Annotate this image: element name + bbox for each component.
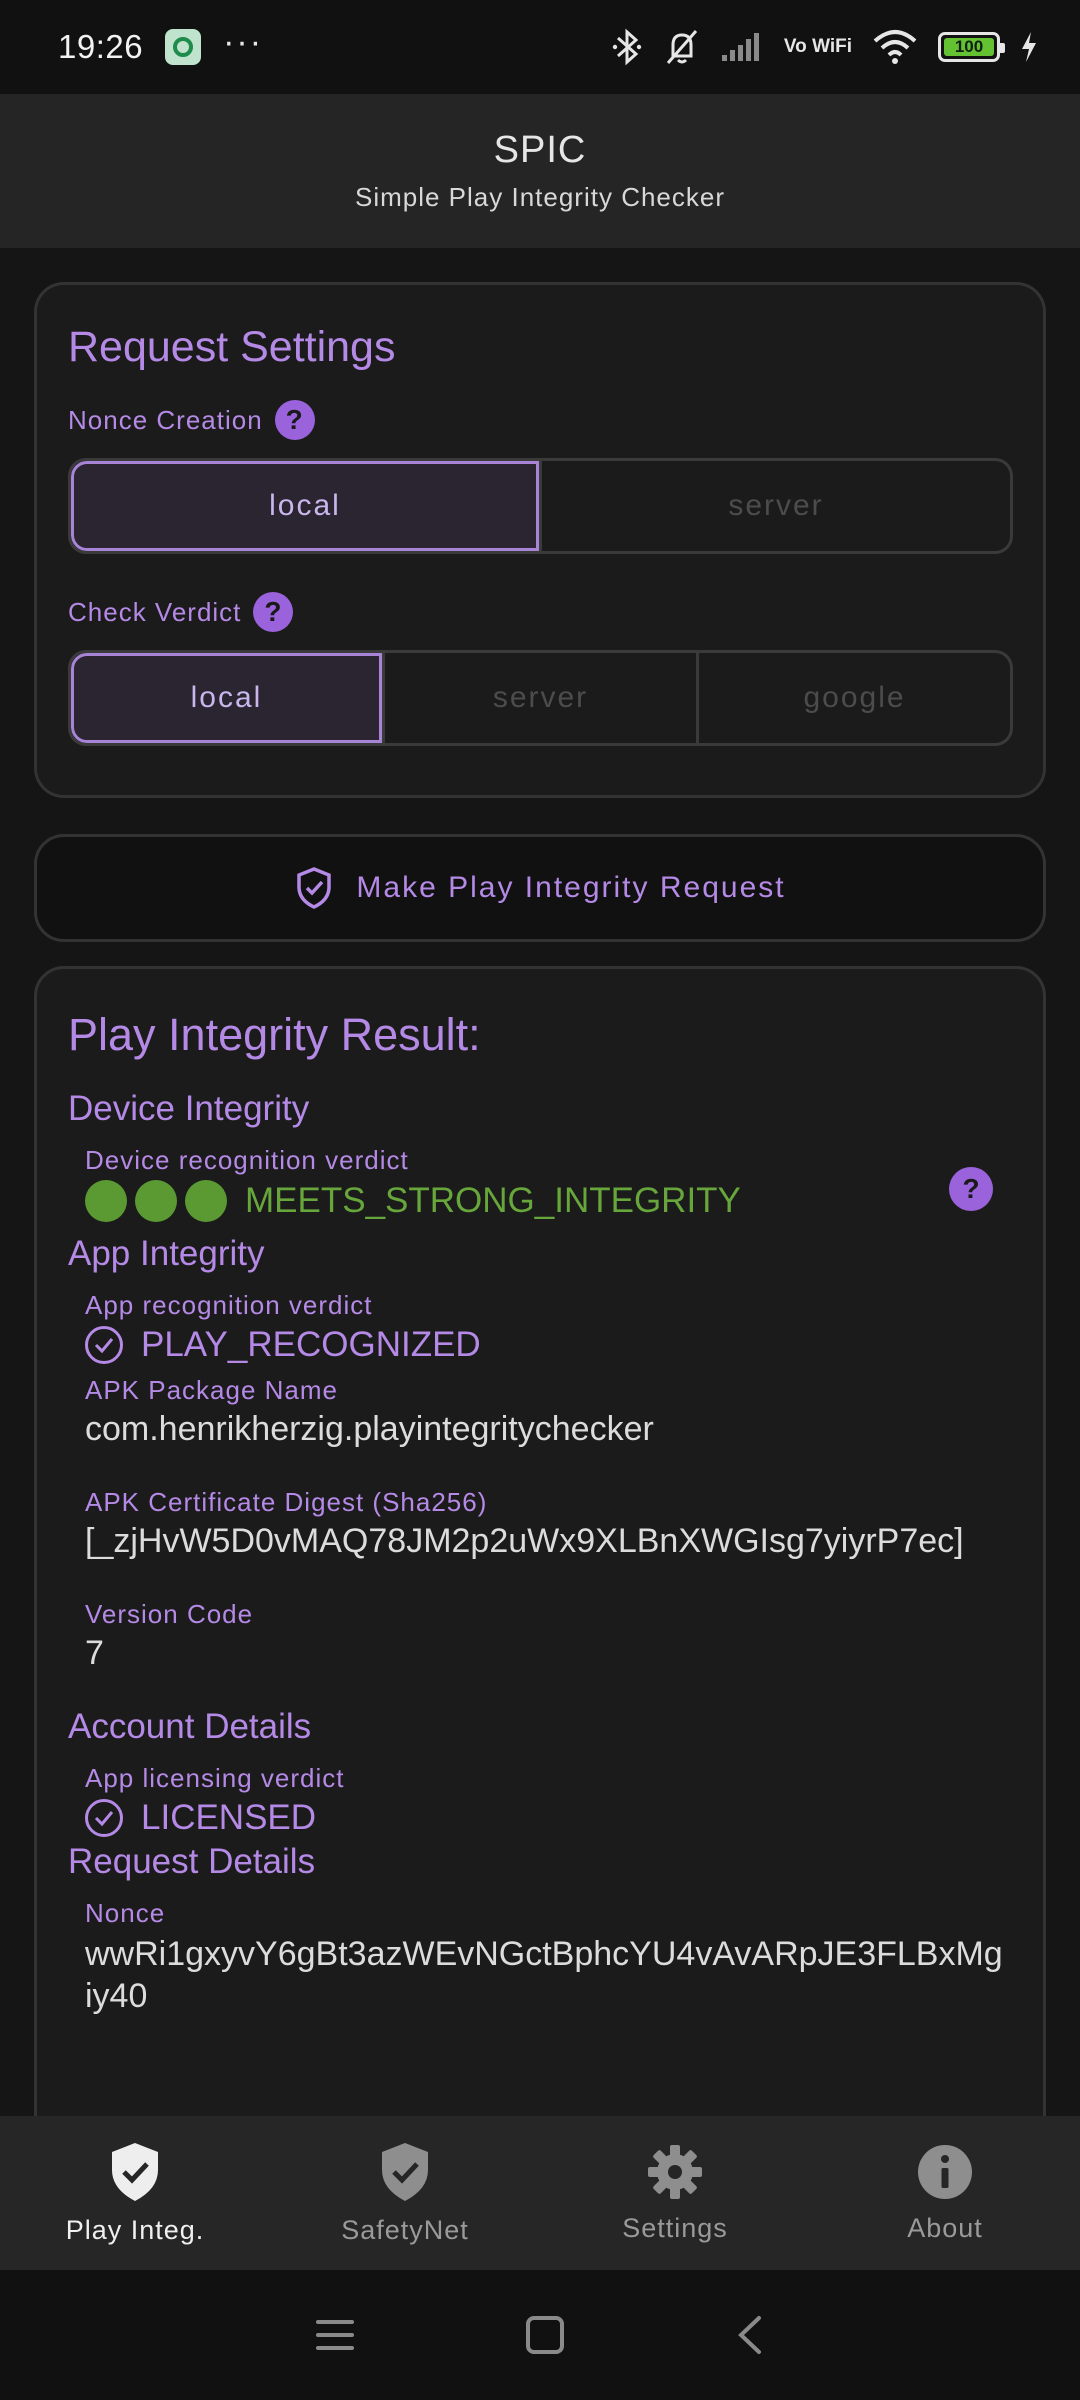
system-navigation-bar	[0, 2270, 1080, 2400]
nav-play-integrity-label: Play Integ.	[65, 2214, 205, 2245]
nav-safetynet-label: SafetyNet	[341, 2214, 469, 2245]
status-right: Vo WiFi 100	[610, 28, 1038, 66]
nonce-creation-label-row: Nonce Creation ?	[68, 400, 1009, 440]
device-verdict-help-icon[interactable]: ?	[949, 1167, 993, 1211]
app-recognition-value: PLAY_RECOGNIZED	[141, 1325, 481, 1364]
nav-settings-label: Settings	[622, 2212, 728, 2243]
nonce-label: Nonce	[85, 1898, 166, 1928]
status-bar: 19:26 ··· Vo WiFi 100	[0, 0, 1080, 94]
nav-about[interactable]: About	[810, 2116, 1080, 2270]
licensing-row: LICENSED	[85, 1798, 1043, 1838]
check-verdict-toggle: local server google	[68, 650, 1013, 746]
more-notifications-icon: ···	[223, 22, 264, 61]
vowifi-indicator: Vo WiFi	[783, 36, 852, 57]
app-recognition-item: App recognition verdict PLAY_RECOGNIZED	[68, 1290, 1043, 1365]
integrity-dot-2	[135, 1180, 177, 1222]
status-left: 19:26 ···	[58, 23, 263, 66]
wifi-icon	[873, 30, 917, 64]
device-verdict-item: Device recognition verdict MEETS_STRONG_…	[68, 1145, 1043, 1222]
device-verdict-row: MEETS_STRONG_INTEGRITY	[85, 1180, 1043, 1222]
check-verdict-label-row: Check Verdict ?	[68, 592, 1009, 632]
certificate-digest-item: APK Certificate Digest (Sha256) [_zjHvW5…	[68, 1487, 1043, 1561]
integrity-dot-1	[85, 1180, 127, 1222]
package-name-item: APK Package Name com.henrikherzig.playin…	[68, 1375, 1043, 1449]
shield-check-icon	[112, 2142, 158, 2201]
certificate-digest-label: APK Certificate Digest (Sha256)	[85, 1487, 488, 1517]
check-circle-icon	[85, 1799, 123, 1837]
account-details-title: Account Details	[68, 1707, 312, 1746]
device-verdict-value: MEETS_STRONG_INTEGRITY	[245, 1181, 741, 1220]
bluetooth-icon	[612, 28, 642, 66]
status-time: 19:26	[58, 28, 144, 65]
bottom-navigation: Play Integ. SafetyNet Settings About	[0, 2116, 1080, 2270]
package-name-label: APK Package Name	[85, 1375, 339, 1405]
check-circle-icon	[85, 1326, 123, 1364]
certificate-digest-value: [_zjHvW5D0vMAQ78JM2p2uWx9XLBnXWGIsg7yiyr…	[85, 1522, 964, 1560]
version-code-label: Version Code	[85, 1599, 254, 1629]
gear-icon	[648, 2144, 702, 2199]
device-integrity-title: Device Integrity	[68, 1089, 310, 1128]
charging-icon	[1022, 32, 1036, 62]
package-name-value: com.henrikherzig.playintegritychecker	[85, 1410, 654, 1448]
verdict-option-server[interactable]: server	[382, 653, 696, 743]
nonce-item: Nonce wwRi1gxyvY6gBt3azWEvNGctBphcYU4vAv…	[68, 1898, 1043, 2017]
app-notification-icon	[165, 29, 202, 65]
app-integrity-title: App Integrity	[68, 1234, 265, 1273]
licensing-label: App licensing verdict	[85, 1763, 345, 1793]
nonce-option-server[interactable]: server	[539, 461, 1010, 551]
check-verdict-label: Check Verdict	[68, 596, 242, 627]
make-request-label: Make Play Integrity Request	[356, 871, 786, 904]
nav-play-integrity[interactable]: Play Integ.	[0, 2116, 270, 2270]
nonce-creation-label: Nonce Creation	[68, 404, 263, 435]
bell-off-icon	[666, 30, 698, 64]
signal-icon	[721, 33, 759, 61]
licensing-value: LICENSED	[141, 1798, 317, 1837]
device-verdict-label: Device recognition verdict	[85, 1145, 409, 1175]
shield-check-icon	[297, 867, 332, 909]
menu-icon[interactable]	[315, 2317, 355, 2353]
verdict-option-google[interactable]: google	[696, 653, 1010, 743]
nonce-creation-toggle: local server	[68, 458, 1013, 554]
home-icon[interactable]	[525, 2315, 565, 2355]
info-icon	[918, 2144, 972, 2199]
app-subtitle: Simple Play Integrity Checker	[354, 182, 726, 212]
back-icon[interactable]	[735, 2315, 765, 2355]
verdict-option-local[interactable]: local	[71, 653, 382, 743]
integrity-result-card: Play Integrity Result: Device Integrity …	[34, 966, 1046, 2146]
app-bar: SPIC Simple Play Integrity Checker	[0, 94, 1080, 248]
battery-level: 100	[944, 37, 994, 56]
battery-icon: 100	[938, 32, 1005, 62]
licensing-item: App licensing verdict LICENSED	[68, 1763, 1043, 1838]
request-details-title: Request Details	[68, 1842, 316, 1881]
nonce-help-icon[interactable]: ?	[274, 400, 315, 440]
request-settings-card: Request Settings Nonce Creation ? local …	[34, 282, 1046, 798]
version-code-value: 7	[85, 1634, 104, 1672]
shield-check-icon	[382, 2142, 428, 2201]
app-title: SPIC	[493, 129, 587, 171]
nonce-option-local[interactable]: local	[71, 461, 539, 551]
app-recognition-row: PLAY_RECOGNIZED	[85, 1325, 1043, 1365]
verdict-help-icon[interactable]: ?	[253, 592, 294, 632]
request-settings-title: Request Settings	[68, 323, 396, 371]
app-recognition-label: App recognition verdict	[85, 1290, 373, 1320]
result-title: Play Integrity Result:	[68, 1009, 481, 1060]
nav-settings[interactable]: Settings	[540, 2116, 810, 2270]
version-code-item: Version Code 7	[68, 1599, 1043, 1673]
integrity-dot-3	[185, 1180, 227, 1222]
nav-about-label: About	[907, 2212, 983, 2243]
make-request-button[interactable]: Make Play Integrity Request	[34, 834, 1046, 942]
nav-safetynet[interactable]: SafetyNet	[270, 2116, 540, 2270]
nonce-value: wwRi1gxyvY6gBt3azWEvNGctBphcYU4vAvARpJE3…	[85, 1935, 1003, 2015]
